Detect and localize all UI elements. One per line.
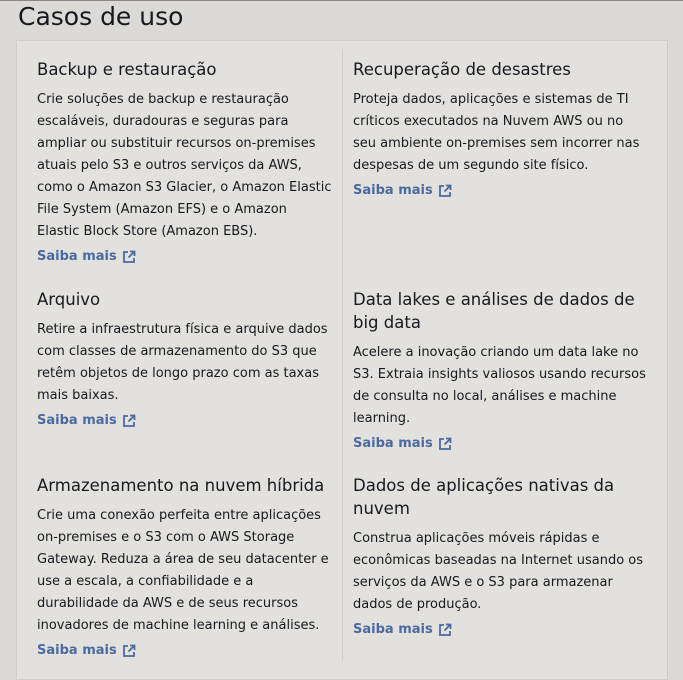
section-title: Casos de uso: [18, 2, 184, 31]
use-case-card-hybrid-storage: Armazenamento na nuvem híbrida Crie uma …: [37, 474, 332, 662]
card-description: Construa aplicações móveis rápidas e eco…: [353, 531, 644, 612]
link-label: Saiba mais: [37, 249, 117, 264]
external-link-icon: [438, 184, 452, 198]
learn-more-link-hybrid-storage[interactable]: Saiba mais: [37, 640, 136, 662]
external-link-icon: [122, 250, 136, 264]
external-link-icon: [122, 644, 136, 658]
link-label: Saiba mais: [37, 643, 117, 658]
column-divider: [342, 49, 343, 661]
learn-more-link-backup[interactable]: Saiba mais: [37, 246, 136, 268]
card-description: Acelere a inovação criando um data lake …: [353, 345, 646, 426]
card-title: Arquivo: [37, 290, 101, 309]
link-label: Saiba mais: [353, 622, 433, 637]
link-label: Saiba mais: [37, 413, 117, 428]
card-description: Crie uma conexão perfeita entre aplicaçõ…: [37, 508, 329, 633]
card-title: Data lakes e análises de dados de big da…: [353, 290, 635, 332]
learn-more-link-data-lakes[interactable]: Saiba mais: [353, 433, 452, 455]
card-description: Crie soluções de backup e restauração es…: [37, 92, 332, 239]
learn-more-link-cloud-native[interactable]: Saiba mais: [353, 619, 452, 641]
card-title: Armazenamento na nuvem híbrida: [37, 476, 325, 495]
use-case-card-data-lakes: Data lakes e análises de dados de big da…: [353, 288, 648, 455]
use-case-card-backup: Backup e restauração Crie soluções de ba…: [37, 58, 332, 268]
card-title: Recuperação de desastres: [353, 60, 571, 79]
learn-more-link-archive[interactable]: Saiba mais: [37, 410, 136, 432]
use-case-card-archive: Arquivo Retire a infraestrutura física e…: [37, 288, 332, 432]
link-label: Saiba mais: [353, 183, 433, 198]
card-title: Backup e restauração: [37, 60, 217, 79]
external-link-icon: [438, 623, 452, 637]
card-description: Proteja dados, aplicações e sistemas de …: [353, 92, 640, 173]
learn-more-link-disaster-recovery[interactable]: Saiba mais: [353, 180, 452, 202]
card-description: Retire a infraestrutura física e arquive…: [37, 322, 328, 403]
external-link-icon: [122, 414, 136, 428]
card-title: Dados de aplicações nativas da nuvem: [353, 476, 615, 518]
use-case-card-cloud-native: Dados de aplicações nativas da nuvem Con…: [353, 474, 648, 641]
link-label: Saiba mais: [353, 436, 433, 451]
use-case-card-disaster-recovery: Recuperação de desastres Proteja dados, …: [353, 58, 648, 202]
external-link-icon: [438, 437, 452, 451]
